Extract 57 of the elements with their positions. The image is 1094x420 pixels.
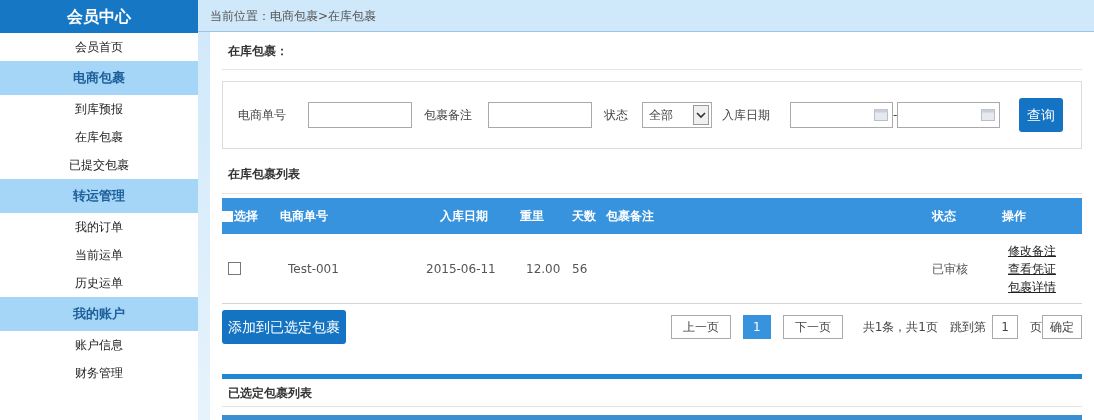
page-input[interactable]: 1	[992, 315, 1018, 339]
action-link[interactable]: 查看凭证	[1002, 259, 1056, 278]
sidebar-item[interactable]: 到库预报	[0, 95, 198, 123]
column-header: 包裹备注	[606, 208, 654, 225]
date-field[interactable]	[897, 102, 1001, 128]
column-header: 操作	[1002, 208, 1026, 225]
calendar-icon[interactable]	[874, 109, 888, 121]
input-field[interactable]	[308, 102, 412, 128]
calendar-icon[interactable]	[981, 109, 996, 121]
table-cell: Test-001	[288, 261, 339, 276]
action-link[interactable]: 包裹详情	[1002, 277, 1056, 296]
sidebar-group[interactable]: 电商包裹	[0, 61, 198, 95]
column-header: 重里	[520, 208, 544, 225]
sidebar-item[interactable]: 已提交包裹	[0, 151, 198, 179]
column-header: 选择	[234, 208, 258, 225]
field-label: 包裹备注	[424, 107, 473, 124]
sidebar-item[interactable]: 在库包裹	[0, 123, 198, 151]
section-title: 在库包裹：	[228, 42, 288, 60]
date-separator: -	[893, 107, 898, 124]
column-header: 电商单号	[280, 208, 328, 225]
column-header: 入库日期	[440, 208, 488, 225]
sidebar-group[interactable]: 转运管理	[0, 179, 198, 213]
sidebar-item[interactable]: 财务管理	[0, 359, 198, 387]
sidebar-item[interactable]: 账户信息	[0, 331, 198, 359]
sidebar-item[interactable]: 历史运单	[0, 269, 198, 297]
table-cell: 已审核	[932, 261, 968, 276]
confirm-button[interactable]: 确定	[1042, 315, 1082, 339]
field-label: 入库日期	[722, 107, 771, 124]
add-button[interactable]: 添加到已选定包裹	[222, 310, 346, 344]
column-header: 天数	[572, 208, 596, 225]
selected-list-title: 已选定包裹列表	[228, 384, 312, 402]
field-label: 状态	[604, 107, 629, 124]
page-suffix: 页	[1030, 319, 1042, 336]
prev-page-button[interactable]: 上一页	[670, 315, 731, 339]
sidebar-title: 会员中心	[0, 0, 198, 33]
status-select[interactable]: 全部	[642, 102, 712, 128]
table-cell: 12.00	[526, 261, 561, 276]
breadcrumb: 当前位置：电商包裹>在库包裹	[210, 7, 377, 25]
field-label: 电商单号	[238, 107, 287, 124]
action-link[interactable]: 修改备注	[1002, 241, 1056, 260]
table-cell: 56	[572, 261, 588, 276]
next-page-button[interactable]: 下一页	[782, 315, 843, 339]
input-field[interactable]	[488, 102, 592, 128]
sidebar-item[interactable]: 会员首页	[0, 33, 198, 61]
sidebar-item[interactable]: 当前运单	[0, 241, 198, 269]
list-title: 在库包裹列表	[228, 166, 300, 183]
search-button[interactable]: 查询	[1019, 98, 1063, 132]
table-cell: 2015-06-11	[426, 261, 496, 276]
page-summary: 共1条，共1页	[862, 319, 938, 336]
checkbox[interactable]	[222, 210, 233, 222]
dropdown-icon	[693, 105, 709, 125]
date-field[interactable]	[790, 102, 893, 128]
sidebar-group[interactable]: 我的账户	[0, 297, 198, 331]
jump-label: 跳到第	[950, 319, 986, 336]
column-header: 状态	[932, 208, 956, 225]
row-checkbox[interactable]	[228, 262, 241, 275]
sidebar-item[interactable]: 我的订单	[0, 213, 198, 241]
